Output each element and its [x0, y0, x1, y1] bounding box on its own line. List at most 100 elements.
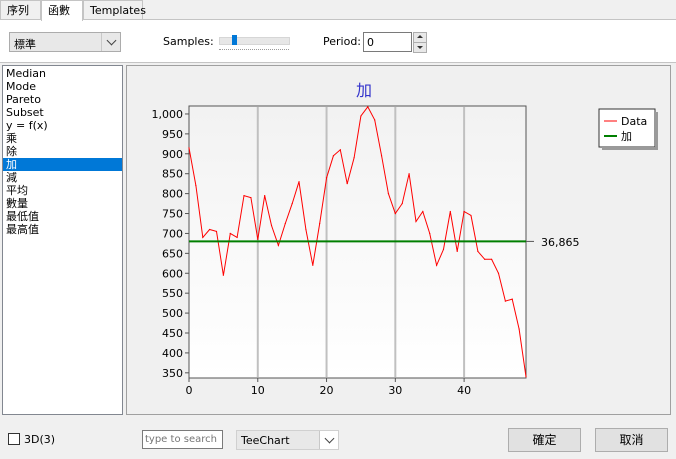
data-point: [305, 228, 307, 231]
x-tick-label: 30: [388, 384, 402, 397]
data-point: [264, 195, 266, 197]
data-point: [353, 157, 355, 159]
ok-button[interactable]: 確定: [508, 428, 581, 452]
style-combobox[interactable]: 標準: [9, 32, 121, 52]
chevron-down-icon[interactable]: [101, 33, 120, 51]
function-list-item[interactable]: Median: [3, 67, 122, 80]
data-point: [511, 298, 513, 300]
up-arrow-icon: [417, 35, 423, 38]
data-point: [484, 258, 486, 260]
function-options-panel: 標準 Samples: Period: 0: [0, 19, 676, 63]
function-list-item[interactable]: 加: [3, 158, 122, 171]
data-point: [250, 196, 252, 199]
data-point: [442, 248, 445, 250]
y-tick-label: 800: [162, 188, 183, 201]
data-point: [277, 244, 280, 246]
y-tick-label: 900: [162, 148, 183, 161]
period-label: Period:: [323, 35, 362, 48]
data-point: [394, 212, 396, 215]
data-point: [435, 264, 438, 266]
data-point: [504, 300, 506, 302]
spin-up-button[interactable]: [413, 32, 427, 43]
function-list-item[interactable]: Mode: [3, 80, 122, 93]
data-point: [209, 228, 211, 231]
data-point: [243, 195, 245, 197]
slider-thumb[interactable]: [232, 35, 237, 45]
y-tick-label: 350: [162, 367, 183, 380]
data-point: [229, 232, 231, 235]
x-tick-label: 0: [186, 384, 193, 397]
data-point: [298, 181, 300, 183]
slider-track: [219, 37, 290, 45]
function-list[interactable]: Median Mode Pareto Subset y = f(x) 乘除加減平均 數量 最低…: [2, 65, 123, 415]
function-list-item[interactable]: 減: [3, 171, 122, 184]
data-point: [477, 250, 479, 252]
spin-down-button[interactable]: [413, 43, 427, 53]
legend-label-function: 加: [621, 130, 632, 143]
tab-templates[interactable]: Templates: [83, 0, 146, 19]
y-tick-label: 1,000: [152, 108, 184, 121]
data-point: [202, 236, 204, 239]
chart-svg: 加 35040045050055060065070075080085090095…: [152, 81, 658, 397]
function-list-item[interactable]: Pareto: [3, 93, 122, 106]
legend-label-data: Data: [621, 115, 647, 128]
tab-functions[interactable]: 函數: [41, 0, 83, 21]
search-input[interactable]: [142, 430, 223, 449]
chevron-down-icon[interactable]: [319, 431, 338, 449]
y-tick-label: 550: [162, 287, 183, 300]
period-spinner[interactable]: [413, 32, 427, 53]
data-point: [429, 232, 431, 235]
function-list-item[interactable]: 除: [3, 145, 122, 158]
down-arrow-icon: [417, 46, 423, 49]
data-point: [346, 183, 348, 185]
data-point: [332, 155, 335, 157]
data-point: [456, 250, 458, 252]
y-tick-label: 650: [162, 247, 183, 260]
function-list-item[interactable]: 平均: [3, 184, 122, 197]
function-value-label: 36,865: [541, 236, 580, 249]
tab-series[interactable]: 序列: [0, 0, 41, 19]
data-point: [319, 222, 321, 225]
slider-ticks: [219, 49, 289, 51]
samples-label: Samples:: [163, 35, 214, 48]
data-point: [188, 147, 190, 149]
style-value: 標準: [14, 38, 36, 51]
y-tick-label: 500: [162, 307, 183, 320]
theme-combobox[interactable]: TeeChart: [236, 430, 339, 450]
samples-slider[interactable]: [219, 34, 290, 52]
data-point: [360, 115, 362, 117]
chart-title: 加: [356, 81, 372, 100]
function-list-item[interactable]: 數量: [3, 197, 122, 210]
data-point: [463, 210, 465, 213]
function-list-item[interactable]: y = f(x): [3, 119, 122, 132]
data-point: [325, 177, 328, 179]
data-point: [284, 222, 286, 225]
chart-preview: 加 350 400 450 500 550 600 650 700 750 800 850 900 95…: [126, 65, 671, 415]
x-tick-label: 10: [251, 384, 265, 397]
data-point: [380, 155, 383, 157]
data-point: [415, 220, 417, 223]
y-tick-label: 400: [162, 347, 183, 360]
checkbox-3d[interactable]: [8, 433, 20, 445]
data-point: [449, 210, 451, 213]
function-list-item[interactable]: 最低值: [3, 210, 122, 223]
data-point: [408, 173, 410, 175]
y-tick-label: 450: [162, 327, 183, 340]
data-point: [270, 224, 273, 227]
cancel-button[interactable]: 取消: [595, 428, 668, 452]
checkbox-3d-label: 3D(3): [24, 433, 56, 446]
data-point: [470, 214, 472, 217]
period-input[interactable]: 0: [363, 32, 412, 52]
function-list-item[interactable]: 最高值: [3, 223, 122, 236]
data-point: [401, 202, 403, 205]
function-list-item[interactable]: Subset: [3, 106, 122, 119]
x-tick-label: 20: [320, 384, 334, 397]
data-point: [222, 274, 224, 276]
y-tick-label: 600: [162, 267, 183, 280]
data-point: [518, 328, 520, 330]
theme-value: TeeChart: [241, 434, 290, 447]
data-point: [422, 210, 424, 213]
data-point: [215, 230, 218, 233]
function-list-item[interactable]: 乘: [3, 132, 122, 145]
y-tick-label: 700: [162, 227, 183, 240]
